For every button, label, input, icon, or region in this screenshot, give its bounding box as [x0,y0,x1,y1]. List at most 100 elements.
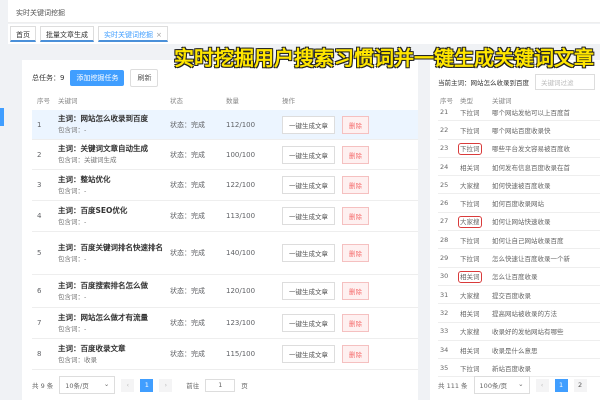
delete-button[interactable]: 删除 [342,145,369,164]
keyword-type: 大家搜 [460,291,480,300]
generate-article-button[interactable]: 一键生成文章 [282,345,335,363]
status: 状态：完成 [170,120,205,129]
generate-article-button[interactable]: 一键生成文章 [282,145,335,164]
table-header: 序号 关键词 状态 数量 操作 [32,92,418,108]
keyword-text: 收录好的发帖网站有哪些 [492,328,564,337]
keyword-text: 收录是什么意思 [492,346,538,355]
keyword-text: 如何让网站快速收录 [492,218,551,227]
page-2-button[interactable]: 2 [573,378,587,392]
status: 状态：完成 [170,249,205,257]
keyword-filter-input[interactable]: 关键词过滤 [535,74,595,90]
table-row: 6 主词：百度搜索排名怎么做 包含词：- 状态：完成 120/100 一键生成文章… [32,275,418,308]
row-no: 6 [37,287,42,295]
goto-page-input[interactable]: 1 [205,378,236,392]
row-no: 3 [37,181,42,189]
add-task-button[interactable]: 添加挖掘任务 [70,70,125,86]
count: 112/100 [226,120,256,129]
prev-page-button[interactable]: ‹ [121,378,135,392]
include-keyword: 包含词：- [58,292,87,301]
delete-button[interactable]: 删除 [342,244,369,262]
col-count: 数量 [226,97,239,105]
page-1-button[interactable]: 1 [140,378,154,392]
status: 状态：完成 [170,350,205,358]
count: 120/100 [226,287,256,295]
keyword-cell: 主词：百度SEO优化 包含词：- [58,205,170,228]
chevron-down-icon: ⌄ [518,380,524,388]
keyword-type: 下拉词 [460,126,480,135]
count: 123/100 [226,319,256,327]
keyword-text: 新站百度收录 [492,364,531,373]
generate-article-button[interactable]: 一键生成文章 [282,314,335,332]
keyword-row: 25 大家搜 如何快速被百度收录 [438,176,600,195]
delete-button[interactable]: 删除 [342,314,369,332]
keyword-row: 29 下拉词 怎么快速让百度收录一个新 [438,249,600,268]
tab-home[interactable]: 首页 [10,26,36,42]
keyword-text: 怎么让百度收录 [492,273,538,282]
keyword-text: 如何百度收录网站 [492,200,544,209]
generate-article-button[interactable]: 一键生成文章 [282,207,335,225]
page-unit: 页 [241,382,248,390]
keyword-type: 大家搜 [460,328,480,337]
include-keyword: 包含词：关键词生成 [58,156,117,164]
keyword-text: 如何让自己网站收录百度 [492,236,564,245]
row-no: 2 [37,150,42,159]
delete-button[interactable]: 删除 [342,282,369,300]
keyword-text: 哪些平台发文容易被百度收 [492,145,570,154]
tab-bar: 首页 批量文章生成 实时关键词挖掘 × [8,24,600,44]
next-page-button[interactable]: › [159,378,173,392]
col-status: 状态 [170,97,183,105]
col-no: 序号 [37,97,50,105]
main-keyword: 主词：百度收录文章 [58,343,126,353]
row-no: 8 [37,350,42,358]
status: 状态：完成 [170,150,205,159]
goto-label: 前往 [186,382,200,390]
page-size-value: 10条/页 [65,382,89,390]
tab-batch-article[interactable]: 批量文章生成 [40,26,94,42]
keyword-row: 34 相关词 收录是什么意思 [438,341,600,360]
table-row: 1 主词：网站怎么收录到百度 包含词：- 状态：完成 112/100 一键生成文章… [32,110,418,140]
keyword-cell: 主词：网站怎么做才有流量 包含词：- [58,312,170,335]
col-keyword: 关键词 [58,97,78,105]
delete-button[interactable]: 删除 [342,115,369,134]
main-keyword: 主词：网站怎么收录到百度 [58,114,148,123]
row-no: 1 [37,120,42,129]
row-no: 35 [440,363,449,372]
current-main-keyword: 当前主词：网站怎么收录到百度 [438,79,529,87]
keyword-type: 相关词 [460,346,480,355]
delete-button[interactable]: 删除 [342,176,369,194]
row-no: 23 [440,144,449,153]
keyword-row: 32 相关词 提高网站被收录的方法 [438,304,600,323]
page-size-select[interactable]: 100条/页 ⌄ [473,376,530,394]
keyword-type: 下拉词 [460,200,480,209]
tab-keyword-mining[interactable]: 实时关键词挖掘 × [98,26,168,42]
table-row: 4 主词：百度SEO优化 包含词：- 状态：完成 113/100 一键生成文章 删除 [32,201,418,232]
keyword-text: 提交百度收录 [492,291,531,300]
page-size-select[interactable]: 10条/页 ⌄ [59,376,116,394]
right-pagination: 共 111 条 100条/页 ⌄ ‹ 1 2 [438,376,587,394]
keyword-row: 30 相关词 怎么让百度收录 [438,268,600,286]
generate-article-button[interactable]: 一键生成文章 [282,176,335,194]
close-icon[interactable]: × [156,31,162,39]
include-keyword: 包含词：- [58,126,87,134]
keyword-type: 下拉词 [458,143,482,156]
prev-page-button[interactable]: ‹ [535,378,549,392]
row-no: 29 [440,254,449,263]
include-keyword: 包含词：- [58,324,87,333]
generate-article-button[interactable]: 一键生成文章 [282,244,335,262]
delete-button[interactable]: 删除 [342,207,369,225]
refresh-button[interactable]: 刷新 [130,69,159,87]
row-no: 7 [37,319,42,327]
delete-button[interactable]: 删除 [342,345,369,363]
count: 113/100 [226,212,256,220]
generate-article-button[interactable]: 一键生成文章 [282,115,335,134]
include-keyword: 包含词：收录 [58,355,97,364]
table-row: 8 主词：百度收录文章 包含词：收录 状态：完成 115/100 一键生成文章 删除 [32,339,418,370]
generate-article-button[interactable]: 一键生成文章 [282,282,335,300]
page-1-button[interactable]: 1 [554,378,568,392]
keyword-type: 相关词 [460,163,480,172]
keyword-cell: 主词：关键词文章自动生成 包含词：关键词生成 [58,143,170,166]
keyword-row: 21 下拉词 哪个网站发帖可以上百度首 [438,103,600,122]
main-keyword: 主词：百度搜索排名怎么做 [58,280,148,290]
keyword-row: 31 大家搜 提交百度收录 [438,286,600,305]
row-no: 21 [440,107,449,116]
